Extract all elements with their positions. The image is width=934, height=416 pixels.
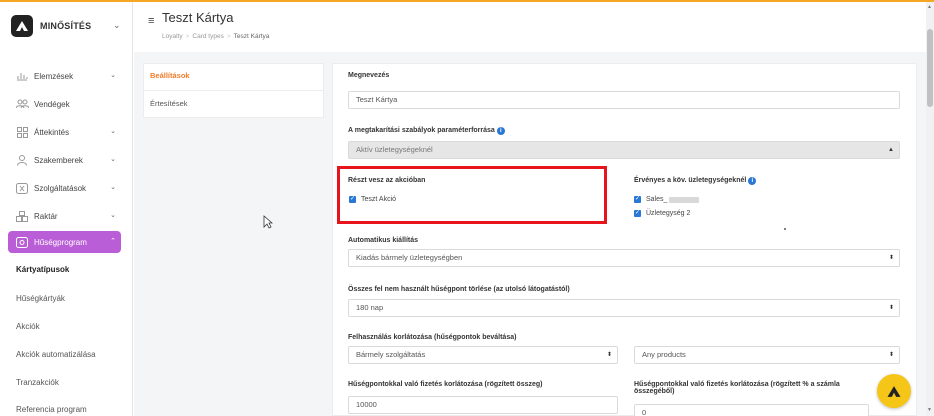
scroll-down-arrow-icon[interactable]: ▼ xyxy=(927,407,932,413)
guests-icon xyxy=(15,98,29,110)
chevron-down-icon: ⌄ xyxy=(113,20,121,30)
usage-limit-products-select[interactable]: Any products ⬍ xyxy=(634,346,900,364)
loyalty-icon xyxy=(15,236,29,248)
select-caret-icon: ▲ xyxy=(888,147,894,153)
sidebar-item-attekintes[interactable]: Áttekintés ⌄ xyxy=(8,121,121,143)
select-caret-icon: ⬍ xyxy=(888,352,894,358)
checkbox-teszt-akcio[interactable]: ✓ Teszt Akció xyxy=(349,196,396,203)
savings-source-label: A megtakarítási szabályok paraméterforrá… xyxy=(348,127,505,135)
tab-ertesitesek[interactable]: Értesítések xyxy=(150,99,188,108)
sidebar-item-vendegek[interactable]: Vendégek xyxy=(8,93,121,115)
brand-logo-icon xyxy=(887,385,901,397)
sidebar-item-szakemberek[interactable]: Szakemberek ⌄ xyxy=(8,149,121,171)
chevron-down-icon: ⌄ xyxy=(110,212,116,219)
page-scrollbar[interactable]: ▲ ▼ xyxy=(926,2,934,416)
dot-mark xyxy=(784,228,786,230)
usage-limit-service-select[interactable]: Bármely szolgáltatás ⬍ xyxy=(348,346,618,364)
brand-switcher[interactable]: MINŐSÍTÉS ⌄ xyxy=(0,2,133,52)
grid-icon xyxy=(15,126,29,138)
checkbox-checked-icon: ✓ xyxy=(634,210,641,217)
fixed-limit-label: Hűségpontokkal való fizetés korlátozása … xyxy=(348,381,543,388)
breadcrumb-link-loyalty[interactable]: Loyalty xyxy=(162,33,183,40)
auto-issue-select[interactable]: Kiadás bármely üzletegységben ⬍ xyxy=(348,249,900,267)
page-title: Teszt Kártya xyxy=(162,10,234,25)
sidebar-item-szolgaltatasok[interactable]: Szolgáltatások ⌄ xyxy=(8,177,121,199)
highlight-box xyxy=(337,166,607,224)
settings-tabs: Beállítások Értesítések xyxy=(143,63,324,118)
sidebar-subitem-referencia-program[interactable]: Referencia program xyxy=(16,405,87,414)
scrollbar-thumb[interactable] xyxy=(927,29,933,107)
top-accent-line xyxy=(0,0,934,2)
warehouse-icon xyxy=(15,210,29,222)
sidebar-subitem-husegkartyak[interactable]: Hűségkártyák xyxy=(16,294,65,303)
sidebar-item-label: Hűségprogram xyxy=(34,237,87,247)
chevron-down-icon: ⌄ xyxy=(110,128,116,135)
info-icon[interactable]: i xyxy=(496,127,505,135)
delete-points-label: Összes fel nem használt hűségpont törlés… xyxy=(348,286,570,293)
chevron-down-icon: ⌄ xyxy=(110,156,116,163)
brand-name: MINŐSÍTÉS xyxy=(40,21,92,31)
checkbox-checked-icon: ✓ xyxy=(349,196,356,203)
checkbox-checked-icon: ✓ xyxy=(634,196,641,203)
sidebar-item-label: Szolgáltatások xyxy=(34,183,87,193)
select-caret-icon: ⬍ xyxy=(888,255,894,261)
delete-points-select[interactable]: 180 nap ⬍ xyxy=(348,299,900,317)
sidebar-subitem-akciok-automatizalasa[interactable]: Akciók automatizálása xyxy=(16,350,96,359)
mouse-cursor-icon xyxy=(263,215,274,231)
brand-logo-icon xyxy=(11,15,33,37)
chevron-down-icon: ⌄ xyxy=(110,72,116,79)
name-label: Megnevezés xyxy=(348,72,390,79)
select-caret-icon: ⬍ xyxy=(888,305,894,311)
info-icon[interactable]: i xyxy=(748,177,757,185)
sidebar-item-elemzesek[interactable]: Elemzések ⌄ xyxy=(8,65,121,87)
checkbox-sales[interactable]: ✓ Sales_ xyxy=(634,196,700,203)
checkbox-uzletegyseg-2[interactable]: ✓ Üzletegység 2 xyxy=(634,210,690,217)
sidebar-item-raktar[interactable]: Raktár ⌄ xyxy=(8,205,121,227)
participates-label: Részt vesz az akcióban xyxy=(348,177,426,184)
sidebar-item-label: Elemzések xyxy=(34,71,74,81)
sidebar-subitem-akciok[interactable]: Akciók xyxy=(16,322,40,331)
tab-divider xyxy=(144,90,323,91)
chevron-down-icon: ⌄ xyxy=(110,184,116,191)
sidebar-item-husegprogram[interactable]: Hűségprogram ⌃ xyxy=(8,231,121,253)
sidebar-item-label: Szakemberek xyxy=(34,155,83,165)
breadcrumb: Loyalty > Card types > Teszt Kártya xyxy=(162,33,270,40)
percent-limit-input[interactable]: 0 xyxy=(634,404,869,416)
help-fab-button[interactable] xyxy=(877,374,911,408)
valid-units-label: Érvényes a köv. üzletegységeknél i xyxy=(634,177,757,185)
fixed-limit-input[interactable]: 10000 xyxy=(348,396,618,414)
hamburger-menu-icon[interactable]: ≡ xyxy=(148,15,154,27)
services-icon xyxy=(15,182,29,194)
chevron-up-icon: ⌃ xyxy=(110,238,116,245)
select-caret-icon: ⬍ xyxy=(606,352,612,358)
auto-issue-label: Automatikus kiállítás xyxy=(348,237,419,244)
sidebar-item-label: Raktár xyxy=(34,211,58,221)
percent-limit-label: Hűségpontokkal való fizetés korlátozása … xyxy=(634,381,840,395)
chart-icon xyxy=(15,70,29,82)
usage-limit-label: Felhasználás korlátozása (hűségpontok be… xyxy=(348,334,517,341)
breadcrumb-link-card-types[interactable]: Card types xyxy=(192,33,223,40)
savings-source-select: Aktív üzletegységeknél ▲ xyxy=(348,141,900,159)
sidebar-subitem-kartyatipusok[interactable]: Kártyatípusok xyxy=(16,265,69,274)
sidebar: MINŐSÍTÉS ⌄ Elemzések ⌄ Vendégek Áttekin… xyxy=(0,2,133,416)
sidebar-item-label: Vendégek xyxy=(34,99,70,109)
person-icon xyxy=(15,154,29,166)
redacted-text xyxy=(669,196,700,203)
name-input[interactable]: Teszt Kártya xyxy=(348,91,900,109)
sidebar-subitem-tranzakciok[interactable]: Tranzakciók xyxy=(16,378,59,387)
tab-beallitasok[interactable]: Beállítások xyxy=(150,71,190,80)
sidebar-item-label: Áttekintés xyxy=(34,127,70,137)
scroll-up-arrow-icon[interactable]: ▲ xyxy=(927,4,932,10)
breadcrumb-current: Teszt Kártya xyxy=(233,33,270,40)
